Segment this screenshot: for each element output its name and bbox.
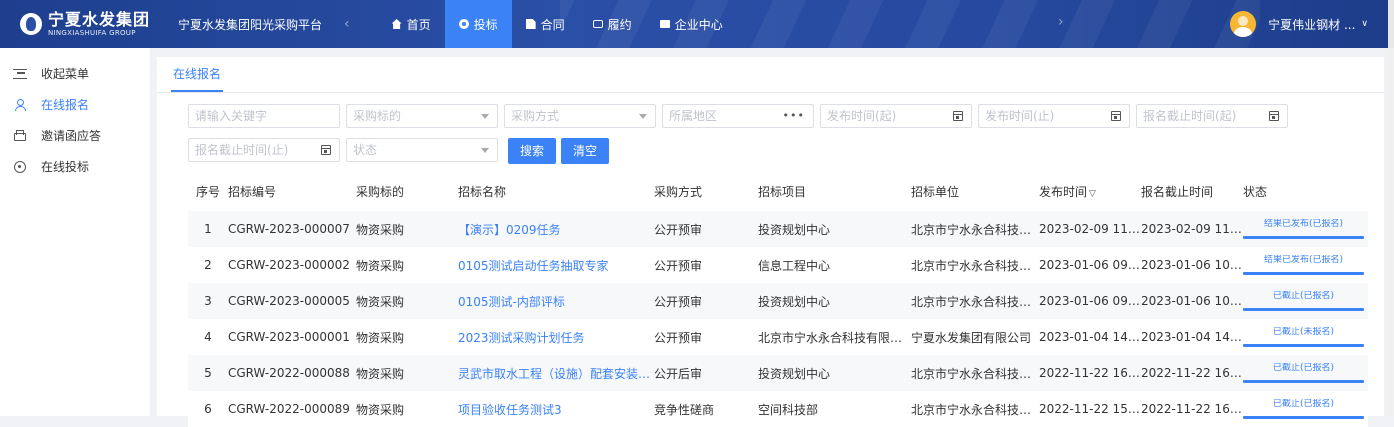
home-icon [391,19,402,29]
caret-down-icon [639,114,647,119]
signup-table: 序号 招标编号 采购标的 招标名称 采购方式 招标项目 招标单位 发布时间 ▽ 报… [188,172,1368,427]
status-bar [1243,416,1364,419]
col-project: 招标项目 [758,185,807,199]
table-row: 6 CGRW-2022-000089 物资采购 项目验收任务测试3 竞争性磋商 … [188,391,1368,427]
sort-icon[interactable]: ▽ [1089,189,1096,199]
signup-deadline-end-date[interactable]: 报名截止时间(止) [188,138,340,162]
status-badge[interactable]: 结果已发布(已报名) [1243,219,1364,239]
col-publish[interactable]: 发布时间 ▽ [1039,183,1141,200]
nav-scroll-left-icon[interactable]: ‹ [344,16,350,32]
more-icon: ••• [782,109,805,122]
region-select[interactable]: 所属地区 ••• [662,104,814,128]
col-code: 招标编号 [228,185,277,199]
sidebar-item-collapse[interactable]: 收起菜单 [0,58,150,89]
nav-scroll-right-icon[interactable]: › [1058,14,1064,30]
calendar-icon [1269,111,1279,121]
printer-icon [13,129,27,143]
calendar-icon [321,145,331,155]
target-icon [13,160,27,174]
logo-mark-icon [20,13,42,35]
status-badge[interactable]: 已截止(已报名) [1243,363,1364,383]
table-body: 1 CGRW-2023-000007 物资采购 【演示】0209任务 公开预审 … [188,211,1368,427]
col-target: 采购标的 [356,185,405,199]
clear-button[interactable]: 清空 [561,138,610,164]
col-method: 采购方式 [654,185,703,199]
logo-cn-text: 宁夏水发集团 [48,9,151,29]
table-row: 5 CGRW-2022-000088 物资采购 灵武市取水工程（设施）配套安装计… [188,355,1368,391]
header-scroll-track [1388,0,1394,48]
performance-icon [592,20,603,28]
top-header: 宁夏水发集团 NINGXIASHUIFA GROUP 宁夏水发集团阳光采购平台 … [0,0,1394,48]
nav-home[interactable]: 首页 [378,0,445,48]
col-unit: 招标单位 [911,185,960,199]
tab-online-signup[interactable]: 在线报名 [171,56,224,92]
status-badge[interactable]: 已截止(已报名) [1243,291,1364,311]
col-name: 招标名称 [458,185,507,199]
nav-enterprise[interactable]: 企业中心 [646,0,737,48]
status-badge[interactable]: 已截止(已报名) [1243,399,1364,419]
sidebar-item-online-signup[interactable]: 在线报名 [0,89,150,120]
tender-name-link[interactable]: 【演示】0209任务 [458,221,654,238]
logo-en-text: NINGXIASHUIFA GROUP [48,28,136,37]
sidebar-item-invitation-response[interactable]: 邀请函应答 [0,120,150,151]
publish-end-date[interactable]: 发布时间(止) [978,104,1130,128]
collapse-menu-icon [13,68,27,79]
col-status: 状态 [1243,185,1268,199]
nav-contract[interactable]: 合同 [512,0,579,48]
tender-name-link[interactable]: 灵武市取水工程（设施）配套安装计... [458,365,654,382]
tab-bar: 在线报名 [157,57,1384,93]
logo[interactable]: 宁夏水发集团 NINGXIASHUIFA GROUP [0,0,160,48]
platform-name: 宁夏水发集团阳光采购平台 [178,17,323,32]
status-badge[interactable]: 结果已发布(已报名) [1243,255,1364,275]
status-bar [1243,344,1364,347]
keyword-input[interactable]: 请输入关键字 [188,104,340,128]
table-header: 序号 招标编号 采购标的 招标名称 采购方式 招标项目 招标单位 发布时间 ▽ 报… [188,172,1368,211]
caret-down-icon [481,114,489,119]
search-button[interactable]: 搜索 [508,138,557,164]
sidebar: 收起菜单 在线报名 邀请函应答 在线投标 [0,48,150,416]
status-badge[interactable]: 已截止(未报名) [1243,327,1364,347]
status-bar [1243,272,1364,275]
user-name: 宁夏伟业钢材 ... [1268,17,1356,32]
signup-deadline-start-date[interactable]: 报名截止时间(起) [1136,104,1288,128]
enterprise-icon [659,20,670,28]
contract-icon [525,19,536,29]
nav-performance[interactable]: 履约 [579,0,646,48]
main-content: 在线报名 请输入关键字 采购标的 采购方式 所属地区 ••• 发布时间(起) 发布… [157,57,1384,427]
caret-down-icon [481,148,489,153]
filter-form: 请输入关键字 采购标的 采购方式 所属地区 ••• 发布时间(起) 发布时间(止)… [188,104,1328,172]
sidebar-item-online-bid[interactable]: 在线投标 [0,151,150,182]
status-bar [1243,308,1364,311]
status-bar [1243,236,1364,239]
user-icon [13,98,27,112]
calendar-icon [953,111,963,121]
page-scrollbar[interactable] [1388,48,1394,416]
col-no: 序号 [195,185,220,199]
top-nav: 首页 投标 合同 履约 企业中心 [378,0,737,48]
table-row: 4 CGRW-2023-000001 物资采购 2023测试采购计划任务 公开预… [188,319,1368,355]
status-bar [1243,380,1364,383]
tender-name-link[interactable]: 0105测试-内部评标 [458,293,654,310]
calendar-icon [1111,111,1121,121]
tender-name-link[interactable]: 2023测试采购计划任务 [458,329,654,346]
chevron-down-icon: ∨ [1361,19,1368,29]
avatar [1230,11,1257,37]
user-menu[interactable]: 宁夏伟业钢材 ... ∨ [1230,0,1368,48]
publish-start-date[interactable]: 发布时间(起) [820,104,972,128]
tender-name-link[interactable]: 0105测试启动任务抽取专家 [458,257,654,274]
table-row: 1 CGRW-2023-000007 物资采购 【演示】0209任务 公开预审 … [188,211,1368,247]
method-select[interactable]: 采购方式 [504,104,656,128]
col-deadline: 报名截止时间 [1141,185,1214,199]
tender-name-link[interactable]: 项目验收任务测试3 [458,401,654,418]
nav-bid[interactable]: 投标 [444,0,512,48]
target-select[interactable]: 采购标的 [346,104,498,128]
status-select[interactable]: 状态 [346,138,498,162]
table-row: 3 CGRW-2023-000005 物资采购 0105测试-内部评标 公开预审… [188,283,1368,319]
bid-icon [458,19,469,29]
table-row: 2 CGRW-2023-000002 物资采购 0105测试启动任务抽取专家 公… [188,247,1368,283]
